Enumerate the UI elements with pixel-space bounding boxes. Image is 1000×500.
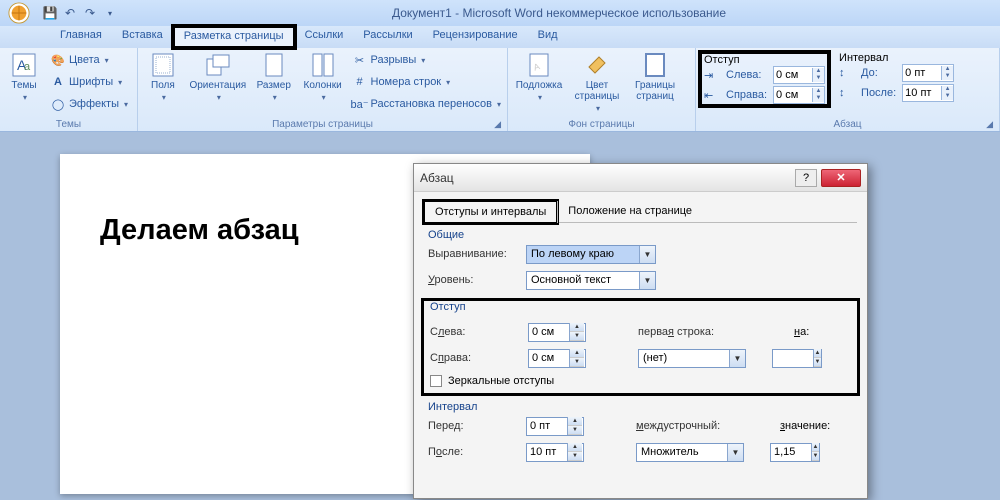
interval-header: Интервал bbox=[839, 52, 954, 64]
hyphenation-button[interactable]: ba⁻Расстановка переносов▾ bbox=[350, 94, 504, 114]
by-label: на: bbox=[794, 326, 809, 338]
chevron-down-icon: ▼ bbox=[727, 444, 743, 461]
tab-home[interactable]: Главная bbox=[50, 26, 112, 48]
linespacing-combo[interactable]: Множитель▼ bbox=[636, 443, 744, 462]
indent-left-label: Слева: bbox=[726, 69, 767, 81]
indent-right-input[interactable]: ▲▼ bbox=[773, 86, 825, 104]
space-before-icon: ↕ bbox=[839, 67, 855, 79]
chevron-down-icon: ▼ bbox=[639, 246, 655, 263]
before-input[interactable]: ▲▼ bbox=[526, 417, 584, 436]
group-paragraph-label: Абзац◢ bbox=[700, 119, 995, 131]
space-after-input[interactable]: ▲▼ bbox=[902, 84, 954, 102]
tab-insert[interactable]: Вставка bbox=[112, 26, 173, 48]
general-legend: Общие bbox=[428, 229, 470, 241]
firstline-label: первая строка: bbox=[638, 326, 748, 338]
undo-icon[interactable]: ↶ bbox=[62, 5, 78, 21]
themes-label: Темы bbox=[11, 80, 36, 91]
office-button[interactable] bbox=[0, 0, 38, 26]
theme-fonts[interactable]: AШрифты▾ bbox=[48, 72, 130, 92]
linespacing-label: междустрочный: bbox=[636, 420, 746, 432]
watermark-icon: A bbox=[523, 52, 555, 78]
redo-icon[interactable]: ↷ bbox=[82, 5, 98, 21]
after-label: После: bbox=[428, 446, 518, 458]
checkbox-icon bbox=[430, 375, 442, 387]
qat-dropdown-icon[interactable]: ▾ bbox=[102, 5, 118, 21]
effects-icon: ◯ bbox=[50, 96, 66, 112]
indent-right-icon: ⇤ bbox=[704, 89, 720, 102]
mirror-indents-checkbox[interactable]: Зеркальные отступы bbox=[430, 375, 851, 387]
themes-button[interactable]: Aa Темы▾ bbox=[4, 50, 44, 104]
value-input[interactable]: ▲▼ bbox=[770, 443, 820, 462]
space-after-label: После: bbox=[861, 87, 896, 99]
dlg-right-label: Справа: bbox=[430, 352, 520, 364]
page-color-button[interactable]: Цвет страницы▾ bbox=[570, 50, 624, 115]
paragraph-dialog: Абзац ? ✕ Отступы и интервалы Положение … bbox=[413, 163, 868, 499]
size-icon bbox=[258, 52, 290, 78]
group-themes-label: Темы bbox=[4, 119, 133, 131]
tab-review[interactable]: Рецензирование bbox=[423, 26, 528, 48]
dialog-help-button[interactable]: ? bbox=[795, 169, 817, 187]
dlg-left-input[interactable]: ▲▼ bbox=[528, 323, 586, 342]
interval-legend: Интервал bbox=[428, 401, 483, 413]
size-button[interactable]: Размер▾ bbox=[252, 50, 296, 104]
group-page-bg-label: Фон страницы bbox=[512, 119, 691, 131]
firstline-combo[interactable]: (нет)▼ bbox=[638, 349, 746, 368]
level-combo[interactable]: Основной текст▼ bbox=[526, 271, 656, 290]
breaks-icon: ✂ bbox=[352, 52, 368, 68]
breaks-button[interactable]: ✂Разрывы▾ bbox=[350, 50, 504, 70]
fonts-icon: A bbox=[50, 74, 66, 90]
save-icon[interactable]: 💾 bbox=[42, 5, 58, 21]
by-input[interactable]: ▲▼ bbox=[772, 349, 822, 368]
margins-icon bbox=[147, 52, 179, 78]
window-title: Документ1 - Microsoft Word некоммерческо… bbox=[118, 6, 1000, 20]
dialog-tab-indents[interactable]: Отступы и интервалы bbox=[424, 201, 557, 223]
dialog-close-button[interactable]: ✕ bbox=[821, 169, 861, 187]
before-label: Перед: bbox=[428, 420, 518, 432]
line-numbers-button[interactable]: #Номера строк▾ bbox=[350, 72, 504, 92]
orientation-button[interactable]: Ориентация▾ bbox=[188, 50, 248, 104]
watermark-button[interactable]: AПодложка▾ bbox=[512, 50, 566, 104]
fill-icon bbox=[581, 52, 613, 78]
tab-references[interactable]: Ссылки bbox=[295, 26, 354, 48]
space-before-label: До: bbox=[861, 67, 896, 79]
align-label: Выравнивание: bbox=[428, 248, 518, 260]
after-input[interactable]: ▲▼ bbox=[526, 443, 584, 462]
hyphen-icon: ba⁻ bbox=[352, 96, 368, 112]
chevron-down-icon: ▼ bbox=[729, 350, 745, 367]
indent-legend: Отступ bbox=[430, 301, 472, 313]
dlg-right-input[interactable]: ▲▼ bbox=[528, 349, 586, 368]
tab-view[interactable]: Вид bbox=[528, 26, 568, 48]
indent-left-icon: ⇥ bbox=[704, 69, 720, 82]
page-borders-button[interactable]: Границы страниц bbox=[628, 50, 682, 104]
theme-colors[interactable]: 🎨Цвета▾ bbox=[48, 50, 130, 70]
tab-page-layout[interactable]: Разметка страницы bbox=[173, 26, 295, 48]
space-after-icon: ↕ bbox=[839, 87, 855, 99]
colors-icon: 🎨 bbox=[50, 52, 66, 68]
orientation-icon bbox=[202, 52, 234, 78]
numbers-icon: # bbox=[352, 74, 368, 90]
paragraph-launcher[interactable]: ◢ bbox=[986, 119, 993, 130]
dialog-title: Абзац bbox=[420, 171, 795, 185]
align-combo[interactable]: По левому краю▼ bbox=[526, 245, 656, 264]
value-label: значение: bbox=[780, 420, 830, 432]
tab-mailings[interactable]: Рассылки bbox=[353, 26, 422, 48]
columns-button[interactable]: Колонки▾ bbox=[300, 50, 346, 104]
indent-header: Отступ bbox=[704, 54, 825, 66]
theme-effects[interactable]: ◯Эффекты▾ bbox=[48, 94, 130, 114]
page-setup-launcher[interactable]: ◢ bbox=[494, 119, 501, 130]
dlg-left-label: Слева: bbox=[430, 326, 520, 338]
group-page-setup-label: Параметры страницы◢ bbox=[142, 119, 503, 131]
indent-right-label: Справа: bbox=[726, 89, 767, 101]
svg-text:a: a bbox=[24, 61, 31, 73]
columns-icon bbox=[307, 52, 339, 78]
indent-left-input[interactable]: ▲▼ bbox=[773, 66, 825, 84]
borders-icon bbox=[639, 52, 671, 78]
chevron-down-icon: ▼ bbox=[639, 272, 655, 289]
dialog-tab-position[interactable]: Положение на странице bbox=[557, 201, 702, 223]
themes-icon: Aa bbox=[8, 52, 40, 78]
margins-button[interactable]: Поля▾ bbox=[142, 50, 184, 104]
level-label: Уровень: bbox=[428, 274, 518, 286]
space-before-input[interactable]: ▲▼ bbox=[902, 64, 954, 82]
